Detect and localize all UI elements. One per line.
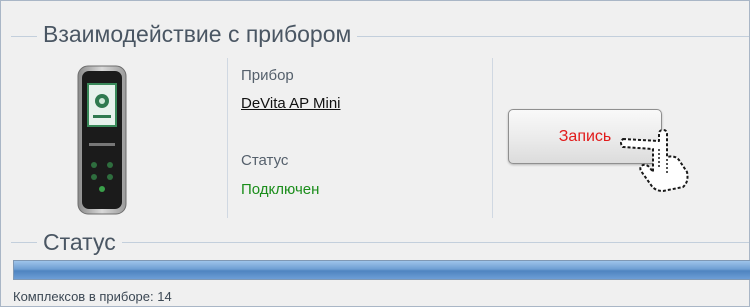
- status-label: Статус: [241, 152, 289, 169]
- status-value: Подключен: [241, 181, 320, 198]
- column-separator: [492, 58, 493, 218]
- handheld-device-icon: [77, 65, 127, 215]
- column-separator: [227, 58, 228, 218]
- progress-bar-fill: [14, 261, 750, 279]
- device-label: Прибор: [241, 67, 294, 84]
- status-group-title: Статус: [37, 229, 122, 256]
- device-group-title: Взаимодействие с прибором: [37, 21, 358, 48]
- hand-pointer-cursor-icon: [620, 129, 689, 192]
- status-message: Комплексов в приборе: 14: [13, 289, 172, 304]
- device-name-link[interactable]: DeVita AP Mini: [241, 95, 341, 112]
- progress-bar: [13, 260, 750, 280]
